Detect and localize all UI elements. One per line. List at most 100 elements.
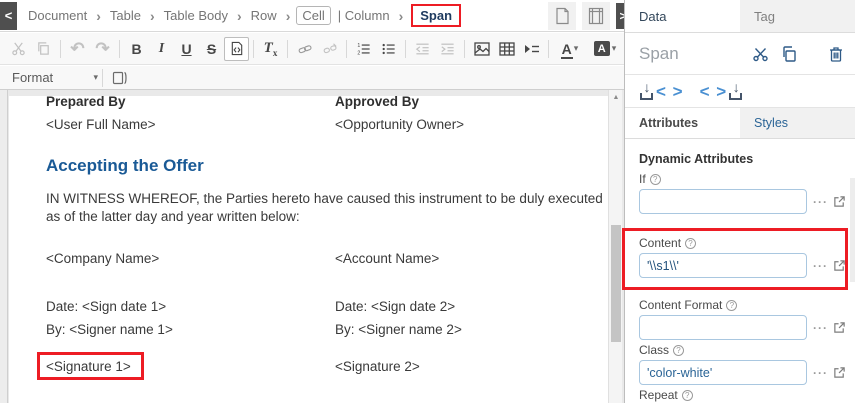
dynamic-attributes-title: Dynamic Attributes	[639, 152, 753, 166]
single-page-view-button[interactable]	[548, 2, 576, 30]
help-icon[interactable]: ?	[682, 390, 693, 401]
background-color-button[interactable]: A ▾	[587, 37, 623, 61]
open-editor-button[interactable]	[833, 195, 846, 208]
content-format-input[interactable]	[639, 315, 807, 340]
insert-after-button[interactable]: < > ↓	[699, 82, 745, 100]
remove-format-button[interactable]: Tx	[258, 37, 283, 61]
insert-placeholder-button[interactable]	[519, 37, 544, 61]
more-options-button[interactable]: ···	[813, 259, 828, 273]
undo-button[interactable]: ↶	[65, 37, 90, 61]
panel-scrollbar[interactable]	[850, 178, 855, 282]
breadcrumb-bar: < Document › Table › Table Body › Row › …	[0, 0, 632, 32]
breadcrumb-item-document[interactable]: Document	[25, 6, 90, 25]
strikethrough-button[interactable]: S	[199, 37, 224, 61]
background-color-icon: A	[594, 41, 610, 56]
cut-button[interactable]	[6, 37, 31, 61]
open-editor-button[interactable]	[833, 366, 846, 379]
breadcrumb-item-column[interactable]: | Column	[335, 6, 393, 25]
insert-image-button[interactable]	[469, 37, 494, 61]
open-editor-button[interactable]	[833, 321, 846, 334]
image-icon	[474, 42, 490, 56]
cell-approved-by[interactable]: Approved By	[335, 96, 419, 109]
page-margins-view-button[interactable]	[582, 2, 610, 30]
outdent-button[interactable]	[410, 37, 435, 61]
remove-format-icon: Tx	[264, 40, 278, 58]
numbered-list-button[interactable]: 1 2	[351, 37, 376, 61]
insert-placeholder-icon	[524, 42, 540, 56]
field-signer-name-1[interactable]: By: <Signer name 1>	[46, 322, 173, 337]
open-editor-button[interactable]	[833, 259, 846, 272]
indent-button[interactable]	[435, 37, 460, 61]
italic-button[interactable]: I	[149, 37, 174, 61]
tab-tag[interactable]: Tag	[740, 0, 855, 32]
field-content: Content? ···	[639, 236, 849, 278]
bold-button[interactable]: B	[124, 37, 149, 61]
if-input[interactable]	[639, 189, 807, 214]
breadcrumb-item-table[interactable]: Table	[107, 6, 144, 25]
document-content: Prepared By Approved By <User Full Name>…	[9, 96, 608, 403]
field-signer-name-2[interactable]: By: <Signer name 2>	[335, 322, 462, 337]
copy-element-button[interactable]	[781, 46, 797, 62]
document-page[interactable]: Prepared By Approved By <User Full Name>…	[9, 96, 608, 403]
breadcrumb: Document › Table › Table Body › Row › Ce…	[25, 4, 461, 27]
more-options-button[interactable]: ···	[813, 366, 828, 380]
help-icon[interactable]: ?	[673, 345, 684, 356]
dropdown-caret-icon: ▾	[93, 72, 98, 83]
help-icon[interactable]: ?	[726, 300, 737, 311]
more-options-button[interactable]: ···	[813, 195, 828, 209]
dropdown-caret-icon: ▾	[612, 43, 617, 54]
angle-brackets-icon: < >	[656, 84, 684, 100]
breadcrumb-item-cell[interactable]: Cell	[296, 6, 330, 25]
field-opportunity-owner[interactable]: <Opportunity Owner>	[335, 117, 464, 132]
subtab-attributes[interactable]: Attributes	[625, 108, 740, 138]
field-signature-2[interactable]: <Signature 2>	[335, 359, 420, 374]
tab-data[interactable]: Data	[625, 0, 740, 32]
field-sign-date-1[interactable]: Date: <Sign date 1>	[46, 299, 166, 314]
editor-vertical-scrollbar[interactable]: ▲	[608, 90, 622, 403]
breadcrumb-item-table-body[interactable]: Table Body	[161, 6, 231, 25]
show-blocks-button[interactable]	[107, 66, 132, 90]
field-company-name[interactable]: <Company Name>	[46, 251, 159, 266]
help-icon[interactable]: ?	[650, 174, 661, 185]
insert-before-button[interactable]: ↓ < >	[639, 82, 685, 100]
document-editor-canvas[interactable]: Prepared By Approved By <User Full Name>…	[0, 90, 624, 403]
cell-prepared-by[interactable]: Prepared By	[46, 96, 126, 109]
underline-button[interactable]: U	[174, 37, 199, 61]
format-dropdown[interactable]: Format ▾	[12, 70, 98, 85]
field-user-full-name[interactable]: <User Full Name>	[46, 117, 156, 132]
content-input[interactable]	[639, 253, 807, 278]
page-icon	[555, 7, 570, 25]
redo-button[interactable]: ↷	[90, 37, 115, 61]
help-icon[interactable]: ?	[685, 238, 696, 249]
field-repeat: Repeat? ···	[639, 388, 849, 403]
delete-element-button[interactable]	[829, 46, 843, 62]
svg-text:1: 1	[357, 42, 360, 48]
bulleted-list-button[interactable]	[376, 37, 401, 61]
class-input[interactable]	[639, 360, 807, 385]
more-options-button[interactable]: ···	[813, 321, 828, 335]
collapse-left-button[interactable]: <	[0, 2, 17, 30]
cut-element-button[interactable]	[752, 46, 769, 62]
section-heading[interactable]: Accepting the Offer	[46, 156, 204, 176]
chevron-sep-icon: ›	[286, 8, 291, 24]
page-margins-icon	[588, 7, 604, 25]
field-account-name[interactable]: <Account Name>	[335, 251, 439, 266]
subtab-styles[interactable]: Styles	[740, 108, 855, 138]
breadcrumb-item-row[interactable]: Row	[248, 6, 280, 25]
witness-paragraph[interactable]: IN WITNESS WHEREOF, the Parties hereto h…	[46, 190, 608, 226]
breadcrumb-item-span-current[interactable]: Span	[411, 4, 461, 27]
numbered-list-icon: 1 2	[356, 42, 371, 56]
insert-table-button[interactable]	[494, 37, 519, 61]
unlink-icon	[322, 42, 338, 56]
chevron-sep-icon: ›	[150, 8, 155, 24]
span-field-button-active[interactable]	[224, 37, 249, 61]
chevron-sep-icon: ›	[96, 8, 101, 24]
element-header: Span	[625, 33, 855, 75]
link-button[interactable]	[292, 37, 317, 61]
scrollbar-thumb[interactable]	[611, 225, 621, 342]
scroll-up-icon[interactable]: ▲	[609, 94, 623, 101]
copy-button[interactable]	[31, 37, 56, 61]
text-color-button[interactable]: A ▾	[553, 37, 587, 61]
unlink-button[interactable]	[317, 37, 342, 61]
field-sign-date-2[interactable]: Date: <Sign date 2>	[335, 299, 455, 314]
